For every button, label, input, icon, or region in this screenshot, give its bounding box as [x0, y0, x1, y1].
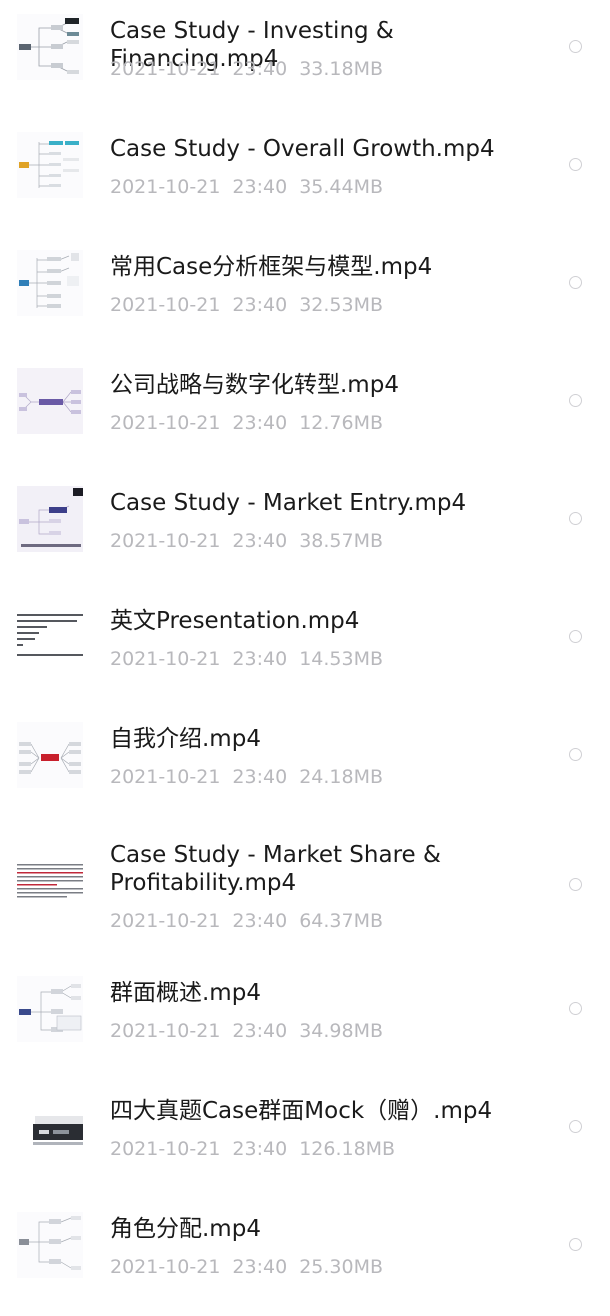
- file-name: 四大真题Case群面Mock（赠）.mp4: [110, 1098, 493, 1124]
- select-radio[interactable]: [569, 748, 582, 761]
- file-time: 23:40: [232, 176, 288, 198]
- list-item[interactable]: 英文Presentation.mp4 2021-10-21 23:40 14.53M…: [0, 590, 610, 708]
- file-size: 34.98MB: [299, 1020, 384, 1042]
- file-time: 23:40: [232, 1138, 288, 1160]
- file-size: 24.18MB: [299, 766, 384, 788]
- file-name: Case Study - Market Share & Profitabilit…: [110, 842, 441, 896]
- file-meta: 2021-10-21 23:40 33.18MB: [110, 57, 383, 81]
- select-radio[interactable]: [569, 878, 582, 891]
- list-item[interactable]: Case Study - Market Share & Profitabilit…: [0, 826, 610, 952]
- select-radio[interactable]: [569, 1238, 582, 1251]
- file-size: 33.18MB: [299, 58, 384, 80]
- file-date: 2021-10-21: [110, 1020, 221, 1042]
- file-name: Case Study - Overall Growth.mp4: [110, 136, 495, 162]
- video-thumbnail: [17, 1094, 83, 1160]
- file-meta: 2021-10-21 23:40 38.57MB: [110, 529, 383, 553]
- file-name: 自我介绍.mp4: [110, 726, 261, 752]
- file-date: 2021-10-21: [110, 766, 221, 788]
- video-thumbnail: [17, 850, 83, 916]
- file-date: 2021-10-21: [110, 1256, 221, 1278]
- file-time: 23:40: [232, 294, 288, 316]
- file-meta: 2021-10-21 23:40 34.98MB: [110, 1019, 383, 1043]
- file-name: 公司战略与数字化转型.mp4: [110, 372, 399, 398]
- file-meta: 2021-10-21 23:40 25.30MB: [110, 1255, 383, 1279]
- video-thumbnail: [17, 722, 83, 788]
- file-size: 38.57MB: [299, 530, 384, 552]
- file-name: 群面概述.mp4: [110, 980, 261, 1006]
- video-thumbnail: [17, 132, 83, 198]
- select-radio[interactable]: [569, 40, 582, 53]
- list-item[interactable]: Case Study - Overall Growth.mp4 2021-10-…: [0, 118, 610, 236]
- select-radio[interactable]: [569, 158, 582, 171]
- file-date: 2021-10-21: [110, 648, 221, 670]
- file-size: 14.53MB: [299, 648, 384, 670]
- file-time: 23:40: [232, 1256, 288, 1278]
- video-thumbnail: [17, 976, 83, 1042]
- select-radio[interactable]: [569, 1002, 582, 1015]
- list-item[interactable]: 自我介绍.mp4 2021-10-21 23:40 24.18MB: [0, 708, 610, 826]
- select-radio[interactable]: [569, 630, 582, 643]
- file-date: 2021-10-21: [110, 58, 221, 80]
- file-date: 2021-10-21: [110, 1138, 221, 1160]
- file-meta: 2021-10-21 23:40 24.18MB: [110, 765, 383, 789]
- file-meta: 2021-10-21 23:40 32.53MB: [110, 293, 383, 317]
- list-item[interactable]: 公司战略与数字化转型.mp4 2021-10-21 23:40 12.76MB: [0, 354, 610, 472]
- file-size: 64.37MB: [299, 910, 384, 932]
- file-size: 25.30MB: [299, 1256, 384, 1278]
- video-thumbnail: [17, 1212, 83, 1278]
- file-meta: 2021-10-21 23:40 12.76MB: [110, 411, 383, 435]
- video-thumbnail: [17, 14, 83, 80]
- file-date: 2021-10-21: [110, 294, 221, 316]
- file-meta: 2021-10-21 23:40 35.44MB: [110, 175, 383, 199]
- file-size: 126.18MB: [299, 1138, 396, 1160]
- list-item[interactable]: Case Study - Investing & Financing.mp4 2…: [0, 0, 610, 118]
- video-thumbnail: [17, 250, 83, 316]
- list-item[interactable]: 群面概述.mp4 2021-10-21 23:40 34.98MB: [0, 962, 610, 1080]
- file-name: 角色分配.mp4: [110, 1216, 261, 1242]
- file-time: 23:40: [232, 1020, 288, 1042]
- file-date: 2021-10-21: [110, 910, 221, 932]
- list-item[interactable]: Case Study - Market Entry.mp4 2021-10-21…: [0, 472, 610, 590]
- select-radio[interactable]: [569, 276, 582, 289]
- file-size: 35.44MB: [299, 176, 384, 198]
- file-name: 英文Presentation.mp4: [110, 608, 360, 634]
- video-thumbnail: [17, 368, 83, 434]
- list-item[interactable]: 常用Case分析框架与模型.mp4 2021-10-21 23:40 32.53MB: [0, 236, 610, 354]
- select-radio[interactable]: [569, 1120, 582, 1133]
- file-size: 12.76MB: [299, 412, 384, 434]
- list-item[interactable]: 角色分配.mp4 2021-10-21 23:40 25.30MB: [0, 1198, 610, 1316]
- video-thumbnail: [17, 604, 83, 670]
- file-meta: 2021-10-21 23:40 64.37MB: [110, 909, 383, 933]
- file-time: 23:40: [232, 530, 288, 552]
- file-date: 2021-10-21: [110, 412, 221, 434]
- file-size: 32.53MB: [299, 294, 384, 316]
- select-radio[interactable]: [569, 512, 582, 525]
- file-time: 23:40: [232, 412, 288, 434]
- video-thumbnail: [17, 486, 83, 552]
- file-time: 23:40: [232, 910, 288, 932]
- file-date: 2021-10-21: [110, 530, 221, 552]
- file-date: 2021-10-21: [110, 176, 221, 198]
- file-time: 23:40: [232, 766, 288, 788]
- file-name: 常用Case分析框架与模型.mp4: [110, 254, 433, 280]
- select-radio[interactable]: [569, 394, 582, 407]
- file-meta: 2021-10-21 23:40 14.53MB: [110, 647, 383, 671]
- file-time: 23:40: [232, 648, 288, 670]
- file-name: Case Study - Market Entry.mp4: [110, 490, 467, 516]
- list-item[interactable]: 四大真题Case群面Mock（赠）.mp4 2021-10-21 23:40 126…: [0, 1080, 610, 1198]
- file-meta: 2021-10-21 23:40 126.18MB: [110, 1137, 395, 1161]
- file-time: 23:40: [232, 58, 288, 80]
